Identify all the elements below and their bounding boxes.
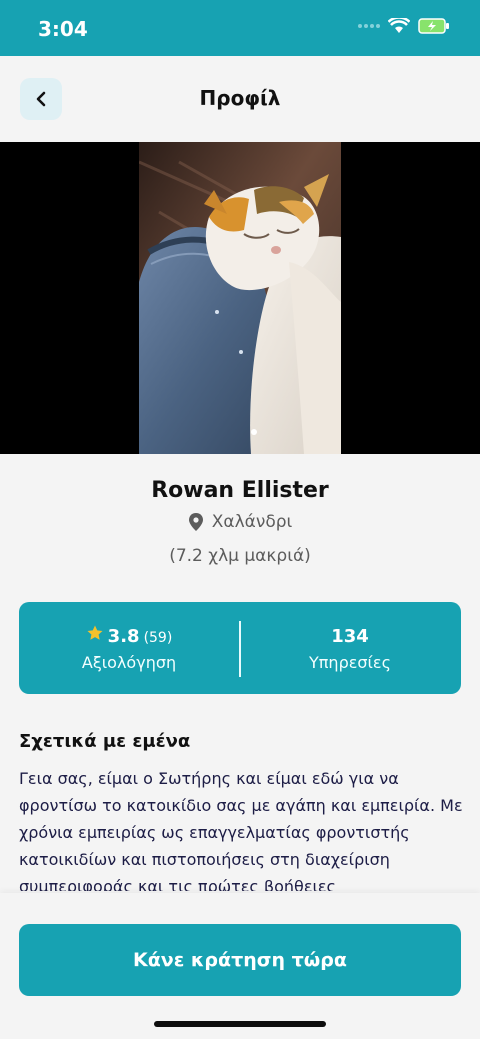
status-icons xyxy=(358,18,450,34)
bottom-action-bar: Κάνε κράτηση τώρα xyxy=(0,893,480,1039)
location: Χαλάνδρι xyxy=(0,512,480,532)
rating-stat: 3.8 (59) Αξιολόγηση xyxy=(19,602,239,694)
profile-photo-container xyxy=(0,142,480,454)
services-count: 134 xyxy=(331,626,369,647)
signal-icon xyxy=(358,24,380,28)
rating-value: 3.8 xyxy=(107,626,140,647)
rating-line: 3.8 (59) xyxy=(19,624,239,647)
cat-photo-illustration xyxy=(139,142,341,454)
stats-card: 3.8 (59) Αξιολόγηση 134 Υπηρεσίες xyxy=(19,602,461,694)
page-title: Προφίλ xyxy=(199,86,281,110)
battery-charging-icon xyxy=(418,18,449,34)
services-stat: 134 Υπηρεσίες xyxy=(240,602,460,694)
about-text: Γεια σας, είμαι ο Σωτήρης και είμαι εδώ … xyxy=(19,769,463,891)
rating-count: (59) xyxy=(143,630,173,646)
profile-photo xyxy=(139,142,341,454)
location-pin-icon xyxy=(188,513,203,531)
rating-label: Αξιολόγηση xyxy=(81,653,177,672)
distance-label: (7.2 χλμ μακριά) xyxy=(169,546,311,566)
status-bar: 3:04 xyxy=(0,0,480,56)
home-indicator xyxy=(154,1021,326,1027)
star-icon xyxy=(87,625,103,640)
status-time: 3:04 xyxy=(38,17,88,41)
location-label: Χαλάνδρι xyxy=(211,512,293,532)
wifi-icon xyxy=(388,18,410,33)
book-now-button[interactable]: Κάνε κράτηση τώρα xyxy=(19,924,461,996)
caretaker-name: Rowan Ellister xyxy=(151,478,329,503)
header: Προφίλ xyxy=(0,56,480,142)
about-title: Σχετικά με εμένα xyxy=(19,731,191,752)
services-label: Υπηρεσίες xyxy=(309,653,391,672)
